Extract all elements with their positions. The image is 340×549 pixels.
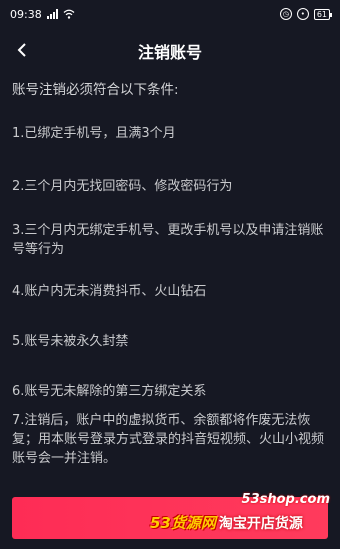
chevron-left-icon (17, 43, 26, 57)
alarm-icon: ◷ (279, 8, 292, 20)
status-time: 09:38 (10, 7, 42, 21)
condition-item: 7.注销后，账户中的虚拟货币、余额都将作废无法恢复；用本账号登录方式登录的抖音短… (12, 413, 325, 466)
conditions-intro: 账号注销必须符合以下条件: (12, 82, 179, 98)
condition-item: 1.已绑定手机号，且满3个月 (12, 126, 176, 141)
back-button[interactable] (8, 36, 36, 64)
wifi-icon (63, 9, 75, 19)
status-left: 09:38 (10, 8, 75, 21)
battery-icon: 61 (313, 8, 333, 20)
condition-item: 3.三个月内无绑定手机号、更改手机号以及申请注销账号等行为 (12, 223, 324, 257)
condition-item: 2.三个月内无找回密码、修改密码行为 (12, 179, 233, 194)
signal-icon (46, 9, 58, 19)
conditions-content: 账号注销必须符合以下条件: 1.已绑定手机号，且满3个月 2.三个月内无找回密码… (12, 80, 330, 466)
status-right: ◷ • 61 (279, 8, 333, 20)
condition-item: 4.账户内无未消费抖币、火山钻石 (12, 284, 207, 299)
condition-item: 6.账号无未解除的第三方绑定关系 (12, 384, 207, 399)
nav-bar: 注销账号 (0, 28, 340, 74)
confirm-button[interactable] (12, 497, 328, 539)
notification-icon: • (296, 8, 309, 20)
condition-item: 5.账号未被永久封禁 (12, 334, 129, 349)
status-bar: 09:38 ◷ • 61 (0, 0, 340, 28)
page-title: 注销账号 (137, 43, 202, 62)
